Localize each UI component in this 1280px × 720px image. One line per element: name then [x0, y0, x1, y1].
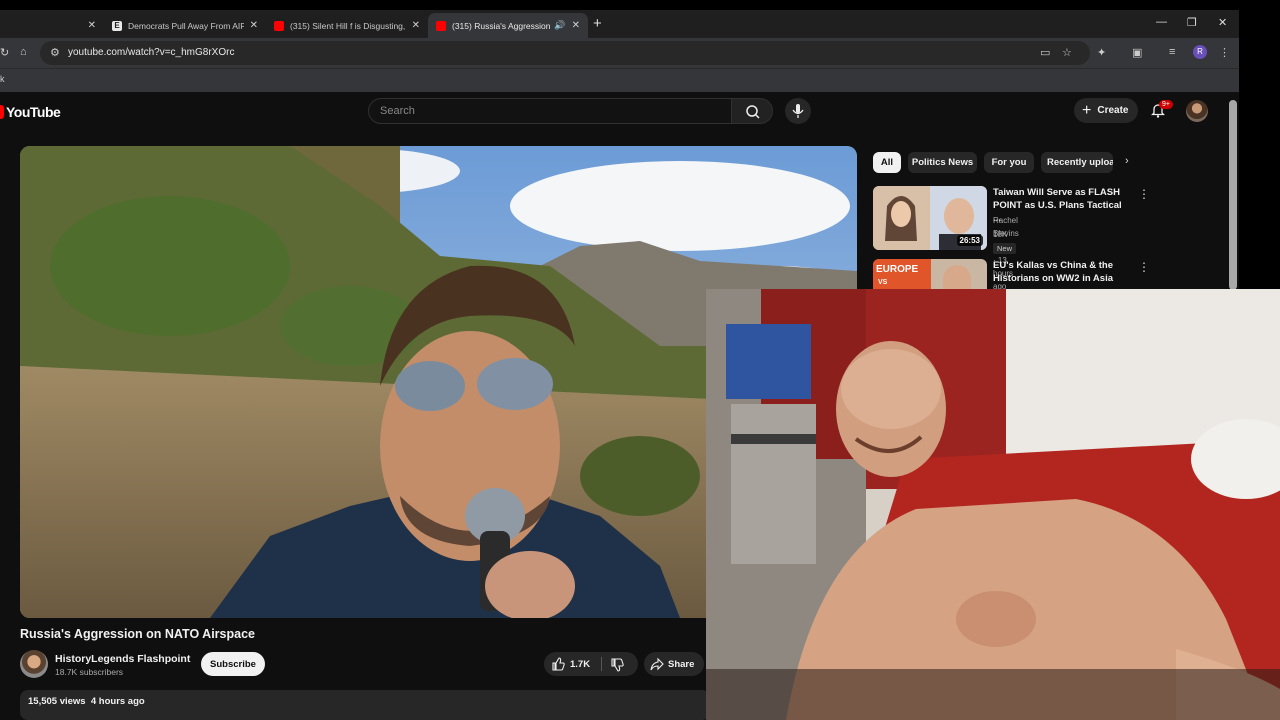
recommendation-title[interactable]: EU's Kallas vs China & the Historians on… [993, 259, 1125, 285]
minimize-icon[interactable]: — [1156, 16, 1167, 28]
plus-icon: + [1082, 101, 1092, 119]
search-input[interactable]: Search [368, 98, 732, 124]
account-avatar[interactable] [1186, 100, 1208, 122]
tab-4-active[interactable]: (315) Russia's Aggression on 🔊 ✕ [428, 13, 588, 38]
youtube-favicon-icon [274, 20, 284, 31]
youtube-logo-icon [0, 105, 4, 119]
thumbnail-subtext: VS [878, 279, 888, 286]
video-duration: 26:53 [956, 235, 983, 246]
address-text[interactable]: youtube.com/watch?v=c_hmG8rXOrc [68, 47, 234, 58]
share-icon [650, 657, 664, 671]
tab-1[interactable]: ✕ [0, 13, 104, 38]
view-count: 15,505 views 4 hours ago [28, 696, 145, 707]
create-label: Create [1097, 105, 1129, 116]
webcam-overlay [706, 289, 1280, 720]
search-icon [746, 105, 760, 119]
new-tab-icon[interactable]: + [593, 15, 602, 32]
channel-name[interactable]: HistoryLegends Flashpoint [55, 653, 190, 665]
chip-recently-uploaded[interactable]: Recently uploaded [1041, 152, 1113, 173]
install-app-icon[interactable]: ▭ [1040, 46, 1050, 59]
video-thumbnail[interactable]: 26:53 [873, 186, 987, 250]
close-tab-icon[interactable]: ✕ [88, 20, 96, 31]
voice-search-button[interactable] [785, 98, 811, 124]
media-control-icon[interactable]: ≡ [1169, 46, 1175, 58]
microphone-icon [792, 104, 804, 118]
tab-strip: ✕ E Democrats Pull Away From AIPAC ✕ (31… [0, 10, 1239, 38]
channel-avatar[interactable] [20, 650, 48, 678]
bookmarks-bar: k [0, 68, 1239, 92]
like-icon[interactable] [551, 657, 565, 671]
home-icon[interactable]: ⌂ [20, 46, 27, 58]
restore-icon[interactable]: ❐ [1187, 16, 1197, 29]
browser-menu-icon[interactable]: ⋮ [1219, 46, 1230, 59]
like-count[interactable]: 1.7K [570, 659, 590, 670]
site-info-icon[interactable]: ⚙ [50, 46, 60, 59]
tab-title: (315) Russia's Aggression on [452, 20, 551, 31]
browser-window: ✕ E Democrats Pull Away From AIPAC ✕ (31… [0, 10, 1239, 92]
create-button[interactable]: + Create [1074, 98, 1138, 123]
chip-politics-news[interactable]: Politics News [908, 152, 977, 173]
chip-all[interactable]: All [873, 152, 901, 173]
chevron-right-icon[interactable]: › [1125, 155, 1129, 167]
search-button[interactable] [731, 98, 773, 124]
bookmark-item[interactable]: k [0, 74, 5, 84]
reload-icon[interactable]: ↻ [0, 46, 9, 59]
thumbnail-text: EUROPE [876, 264, 919, 275]
page-scrollbar[interactable] [1229, 100, 1237, 290]
extensions-icon[interactable]: ✦ [1097, 46, 1106, 59]
share-label: Share [668, 659, 695, 670]
dislike-icon[interactable] [610, 658, 624, 672]
new-badge: New [993, 243, 1017, 254]
subscriber-count: 18.7K subscribers [55, 667, 124, 677]
split-view-icon[interactable]: ▣ [1132, 46, 1142, 59]
close-tab-icon[interactable]: ✕ [572, 20, 580, 31]
youtube-wordmark: YouTube [6, 104, 61, 120]
tab-3[interactable]: (315) Silent Hill f is Disgusting, ✕ [266, 13, 428, 38]
bookmark-star-icon[interactable]: ☆ [1062, 46, 1072, 59]
tab-title: Democrats Pull Away From AIPAC [128, 20, 244, 31]
tab-2[interactable]: E Democrats Pull Away From AIPAC ✕ [104, 13, 266, 38]
webcam-feed-image [706, 289, 1280, 720]
close-window-icon[interactable]: ✕ [1218, 16, 1227, 29]
chip-for-you[interactable]: For you [984, 152, 1034, 173]
more-options-icon[interactable]: ⋮ [1138, 187, 1150, 201]
profile-avatar[interactable]: R [1193, 45, 1207, 59]
divider [601, 657, 602, 671]
video-title: Russia's Aggression on NATO Airspace [20, 627, 255, 641]
tab-title: (315) Silent Hill f is Disgusting, [290, 20, 406, 31]
youtube-logo[interactable]: YouTube [0, 104, 61, 120]
news-favicon-icon: E [112, 20, 122, 31]
screen: ✕ E Democrats Pull Away From AIPAC ✕ (31… [0, 0, 1280, 720]
subscribe-button[interactable]: Subscribe [201, 652, 265, 676]
close-tab-icon[interactable]: ✕ [412, 20, 420, 31]
notification-count-badge: 9+ [1159, 100, 1173, 109]
browser-toolbar: ↻ ⌂ ⚙ youtube.com/watch?v=c_hmG8rXOrc ▭ … [0, 38, 1239, 68]
audio-playing-icon[interactable]: 🔊 [554, 20, 565, 31]
close-tab-icon[interactable]: ✕ [250, 20, 258, 31]
youtube-favicon-icon [436, 20, 446, 31]
more-options-icon[interactable]: ⋮ [1138, 260, 1150, 274]
search-placeholder: Search [380, 105, 415, 117]
